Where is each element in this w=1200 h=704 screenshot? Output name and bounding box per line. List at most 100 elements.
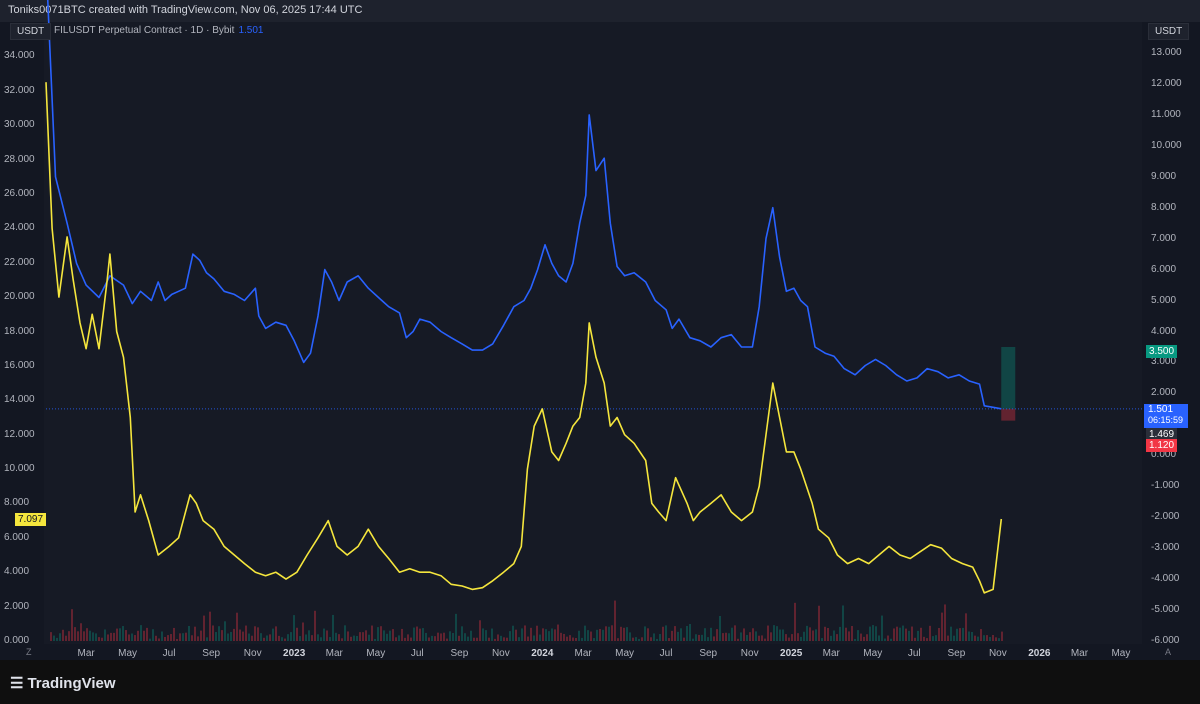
volume-bar: [719, 615, 721, 641]
volume-bar: [476, 637, 478, 641]
symbol-legend[interactable]: FILUSDT Perpetual Contract · 1D · Bybit 1…: [54, 25, 263, 36]
volume-bar: [800, 636, 802, 641]
volume-bar: [458, 635, 460, 641]
volume-bar: [779, 629, 781, 641]
volume-bar: [413, 627, 415, 641]
volume-bar: [554, 629, 556, 641]
volume-bar: [494, 638, 496, 641]
volume-bar: [200, 630, 202, 641]
volume-bar: [737, 638, 739, 641]
volume-bar: [635, 637, 637, 641]
volume-bar: [647, 628, 649, 641]
volume-bar: [194, 626, 196, 641]
volume-bar: [296, 627, 298, 641]
time-axis-month: Mar: [574, 648, 592, 659]
volume-bar: [707, 637, 709, 641]
left-axis-tick: 34.000: [4, 50, 35, 62]
volume-bar: [272, 628, 274, 641]
volume-bar: [797, 633, 799, 641]
volume-bar: [593, 638, 595, 641]
volume-bar: [824, 626, 826, 641]
volume-bar: [377, 627, 379, 641]
volume-bar: [176, 638, 178, 641]
volume-bar: [557, 624, 559, 641]
volume-bar: [788, 637, 790, 641]
volume-bar: [278, 635, 280, 641]
volume-bar: [215, 632, 217, 641]
right-axis-unit[interactable]: USDT: [1148, 23, 1190, 40]
volume-bar: [617, 638, 619, 641]
volume-bar: [734, 625, 736, 641]
volume-bar: [203, 615, 205, 641]
left-axis-tick: 24.000: [4, 222, 35, 234]
volume-bar: [614, 600, 616, 641]
left-axis-unit[interactable]: USDT: [10, 23, 52, 40]
tradingview-logo[interactable]: ☰ TradingView: [10, 674, 116, 692]
volume-bar: [326, 630, 328, 641]
volume-bar: [866, 634, 868, 641]
target-price-badge: 3.500: [1146, 345, 1178, 358]
time-axis-month: Mar: [325, 648, 343, 659]
volume-bar: [230, 631, 232, 641]
footer-bar: [0, 660, 1200, 704]
volume-bar: [920, 627, 922, 641]
volume-bar: [953, 635, 955, 641]
volume-bar: [710, 627, 712, 641]
volume-bar: [89, 630, 91, 641]
volume-bar: [197, 636, 199, 641]
volume-bar: [425, 632, 427, 641]
volume-bar: [389, 630, 391, 641]
volume-bar: [629, 632, 631, 641]
volume-bar: [986, 635, 988, 641]
volume-bar: [569, 635, 571, 641]
volume-bar: [317, 634, 319, 641]
volume-bar: [236, 612, 238, 641]
volume-bar: [101, 637, 103, 641]
volume-bar: [206, 637, 208, 641]
volume-bar: [683, 637, 685, 641]
volume-bar: [137, 630, 139, 641]
auto-scale-right[interactable]: A: [1165, 647, 1171, 657]
brand-name: TradingView: [27, 675, 116, 692]
volume-bar: [224, 621, 226, 641]
left-axis-tick: 8.000: [4, 497, 30, 509]
volume-bar: [86, 628, 88, 641]
volume-bar: [125, 630, 127, 641]
volume-bar: [218, 626, 220, 641]
volume-bar: [401, 628, 403, 641]
volume-bar: [893, 628, 895, 641]
volume-bar: [896, 626, 898, 641]
volume-bar: [983, 635, 985, 641]
volume-bar: [479, 620, 481, 641]
volume-bar: [515, 629, 517, 641]
left-axis-tick: 2.000: [4, 600, 30, 612]
volume-bar: [608, 626, 610, 641]
volume-bar: [995, 637, 997, 641]
volume-bar: [860, 633, 862, 641]
left-axis-tick: 20.000: [4, 291, 35, 303]
volume-bar: [419, 628, 421, 641]
volume-bar: [803, 631, 805, 641]
volume-bar: [563, 633, 565, 641]
volume-bar: [1001, 631, 1003, 641]
volume-bar: [680, 628, 682, 641]
yellow-price-badge: 7.097: [15, 513, 47, 526]
volume-bar: [869, 626, 871, 641]
left-axis-tick: 12.000: [4, 428, 35, 440]
volume-bar: [92, 632, 94, 641]
volume-bar: [644, 626, 646, 641]
volume-bar: [173, 627, 175, 641]
volume-bar: [428, 637, 430, 641]
volume-bar: [104, 629, 106, 641]
volume-bar: [308, 630, 310, 641]
auto-scale-left[interactable]: Z: [26, 647, 32, 657]
time-axis-month: Mar: [822, 648, 840, 659]
volume-bar: [110, 632, 112, 641]
volume-bar: [464, 633, 466, 641]
volume-bar: [485, 630, 487, 641]
volume-bar: [968, 631, 970, 641]
volume-bar: [590, 631, 592, 641]
volume-bar: [461, 626, 463, 641]
volume-bar: [695, 634, 697, 641]
chart-canvas[interactable]: [0, 0, 1200, 704]
